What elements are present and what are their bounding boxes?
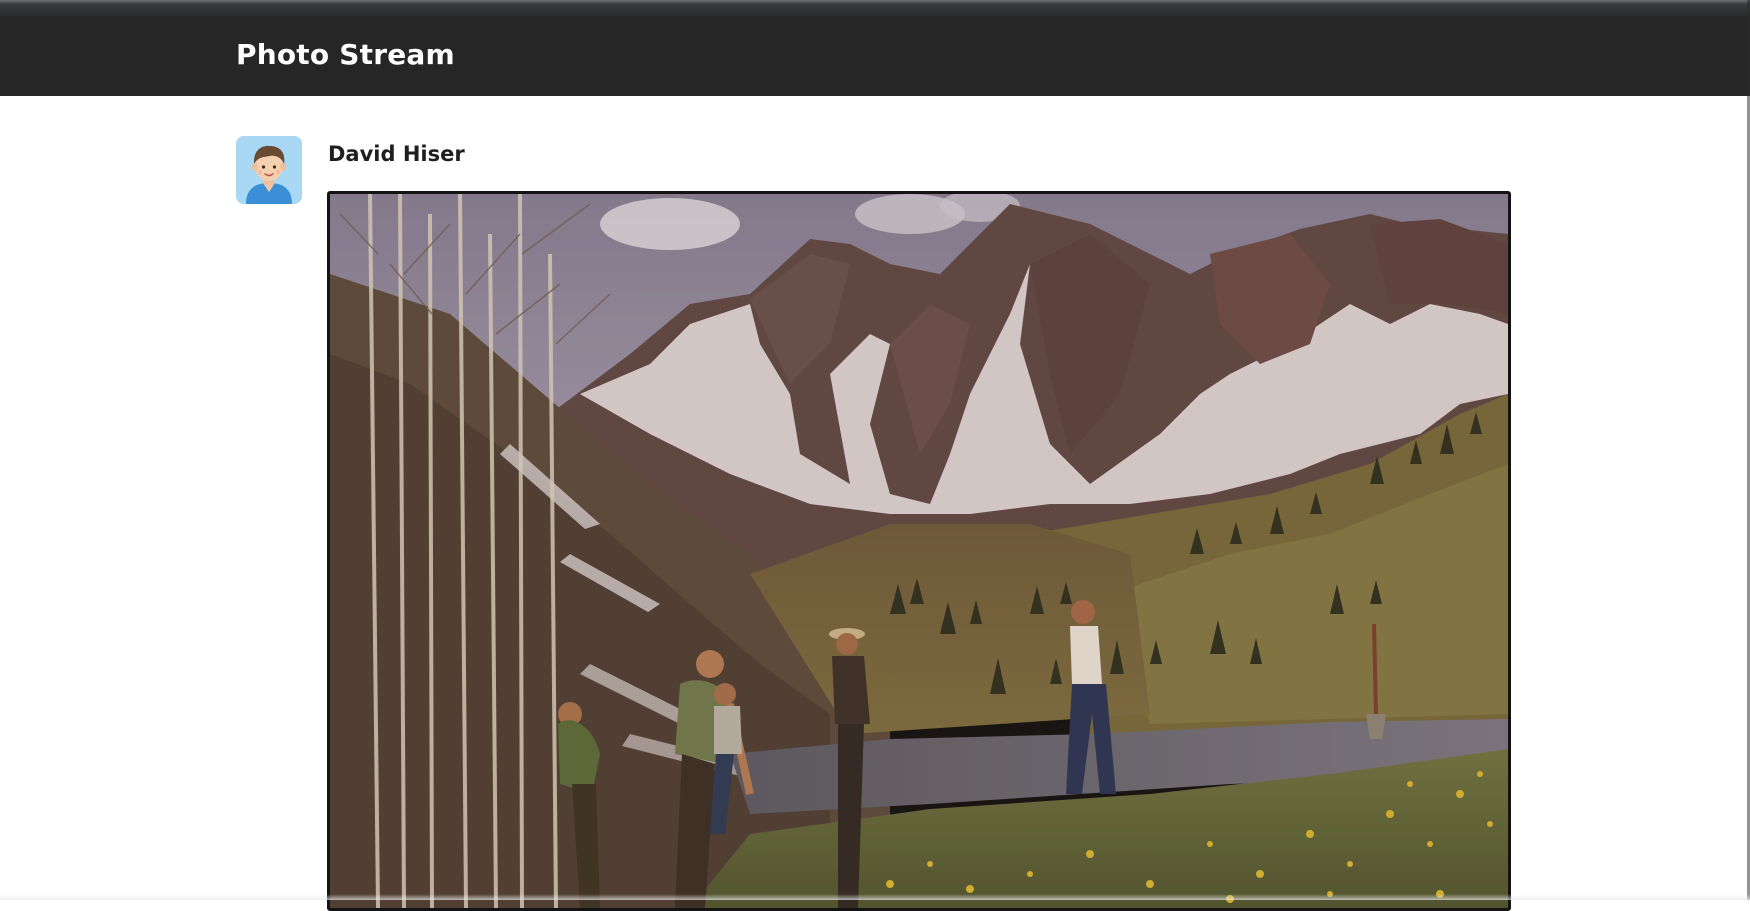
photo-illustration bbox=[330, 194, 1508, 908]
bottom-scroll-fade bbox=[0, 894, 1750, 900]
mountain-landscape-photo[interactable] bbox=[327, 191, 1511, 911]
avatar-illustration bbox=[236, 136, 302, 204]
post-author-name[interactable]: David Hiser bbox=[328, 142, 465, 166]
user-avatar-icon[interactable] bbox=[236, 136, 302, 204]
window-top-strip bbox=[0, 0, 1750, 16]
site-title[interactable]: Photo Stream bbox=[236, 38, 455, 71]
site-header: Photo Stream bbox=[0, 16, 1750, 96]
